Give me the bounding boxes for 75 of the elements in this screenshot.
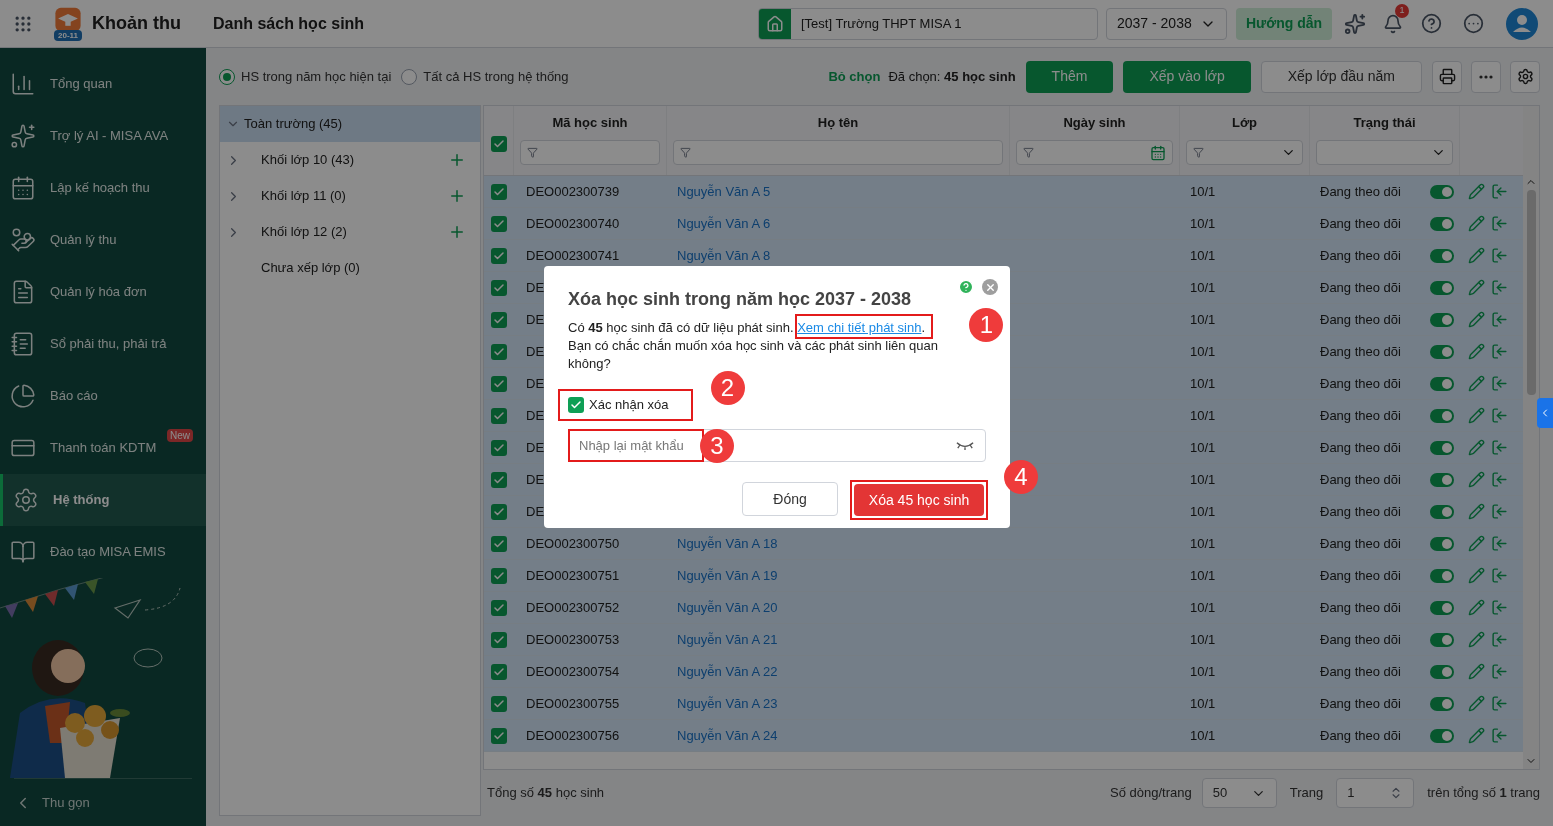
table-cell-text: Đang theo dõi: [1320, 694, 1401, 713]
page-total: trên tổng số 1 trang: [1427, 784, 1540, 803]
table-cell-text: Đang theo dõi: [1320, 598, 1401, 617]
table-cell: 10/1: [1190, 247, 1216, 263]
table-cell: 10/1: [1190, 727, 1216, 743]
table-cell: DEO002300750: [526, 535, 620, 551]
logo-date-label: 20-11: [54, 30, 82, 41]
page-title: Danh sách học sinh: [213, 13, 365, 34]
new-badge: New: [167, 429, 193, 442]
table-cell: 10/1: [1190, 567, 1216, 583]
dialog-title: Xóa học sinh trong năm học 2037 - 2038: [568, 288, 912, 311]
step-number-badge: 3: [700, 428, 734, 463]
total-count: Tổng số 45 học sinh: [487, 784, 605, 803]
table-cell: DEO002300753: [526, 631, 620, 647]
table-cell-text: Đang theo dõi: [1320, 182, 1401, 201]
column-header: Họ tên: [817, 114, 859, 133]
table-cell-text: Đang theo dõi: [1320, 214, 1401, 233]
table-cell-text: Đang theo dõi: [1320, 246, 1401, 265]
table-cell: 10/1: [1190, 343, 1216, 359]
column-header: Mã học sinh: [552, 114, 628, 133]
table-cell: 10/1: [1190, 503, 1216, 519]
table-cell: DEO002300752: [526, 599, 620, 615]
table-cell-text: Đang theo dõi: [1320, 374, 1401, 393]
table-cell: 10/1: [1190, 279, 1216, 295]
table-cell-text: Đang theo dõi: [1320, 342, 1401, 361]
table-cell-text: Đang theo dõi: [1320, 566, 1401, 585]
table-cell: DEO002300739: [526, 183, 620, 199]
table-cell: DE: [526, 343, 545, 359]
table-cell: DE: [526, 471, 545, 487]
selected-count: Đã chọn: 45 học sinh: [888, 67, 1016, 86]
table-cell-text: Đang theo dõi: [1320, 278, 1401, 297]
notification-badge: 1: [1395, 3, 1409, 18]
table-cell-text: Đang theo dõi: [1320, 406, 1401, 425]
table-cell-text: Đang theo dõi: [1320, 470, 1401, 489]
table-cell: 10/1: [1190, 375, 1216, 391]
table-cell-text: Đang theo dõi: [1320, 438, 1401, 457]
table-cell: DEO002300756: [526, 727, 620, 743]
table-cell-text: Đang theo dõi: [1320, 534, 1401, 553]
table-cell: DE: [526, 439, 545, 455]
table-cell-text: Đang theo dõi: [1320, 502, 1401, 521]
table-cell: DEO002300751: [526, 567, 620, 583]
table-cell: 10/1: [1190, 663, 1216, 679]
table-cell: 10/1: [1190, 631, 1216, 647]
table-cell-text: Đang theo dõi: [1320, 726, 1401, 745]
table-cell: 10/1: [1190, 535, 1216, 551]
page-label: Trang: [1289, 784, 1324, 803]
table-cell: 10/1: [1190, 599, 1216, 615]
table-cell: 10/1: [1190, 311, 1216, 327]
step-number-badge: 4: [1004, 460, 1038, 494]
table-cell: 10/1: [1190, 471, 1216, 487]
table-cell: DEO002300741: [526, 247, 620, 263]
column-header: Lớp: [1231, 114, 1258, 133]
table-cell-text: Đang theo dõi: [1320, 662, 1401, 681]
table-cell: DEO002300755: [526, 695, 620, 711]
table-cell: 10/1: [1190, 695, 1216, 711]
table-cell: 10/1: [1190, 407, 1216, 423]
app-title: Khoản thu: [92, 12, 181, 35]
column-header: Ngày sinh: [1063, 114, 1126, 133]
table-cell: DE: [526, 279, 545, 295]
table-cell: 10/1: [1190, 439, 1216, 455]
table-cell: DE: [526, 503, 545, 519]
table-cell: DE: [526, 407, 545, 423]
page-size-label: Số dòng/trang: [1110, 784, 1192, 803]
step-number-badge: 1: [969, 308, 1004, 342]
dialog-question: Bạn có chắc chắn muốn xóa học sinh và các phát sinh liên quan không?: [568, 337, 940, 373]
table-cell: DE: [526, 311, 545, 327]
table-cell-text: Đang theo dõi: [1320, 310, 1401, 329]
table-cell: 10/1: [1190, 215, 1216, 231]
table-cell-text: Đang theo dõi: [1320, 630, 1401, 649]
table-cell: 10/1: [1190, 183, 1216, 199]
table-cell: DEO002300740: [526, 215, 620, 231]
column-header: Trạng thái: [1353, 114, 1416, 133]
table-cell: DEO002300754: [526, 663, 620, 679]
table-cell: DE: [526, 375, 545, 391]
step-number-badge: 2: [710, 371, 745, 405]
